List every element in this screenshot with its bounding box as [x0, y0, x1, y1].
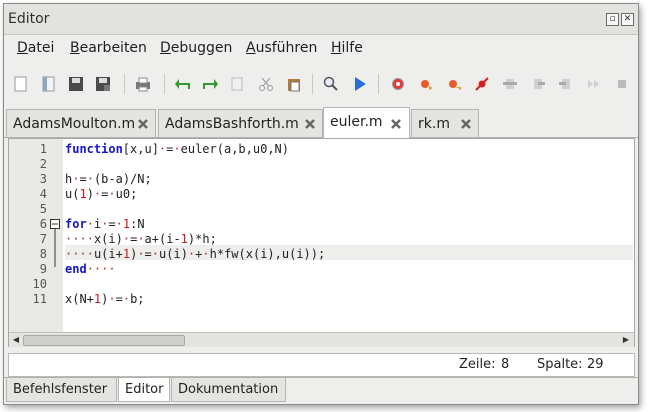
code-line[interactable]: u(1)·=·u0; [65, 187, 137, 202]
menu-datei[interactable]: Datei [17, 40, 54, 56]
file-tab-bar: AdamsMoulton.m AdamsBashforth.m euler.m … [4, 107, 638, 138]
code-line[interactable]: for·i·=·1:N [65, 217, 145, 232]
new-file-icon[interactable] [11, 74, 31, 94]
code-line[interactable]: function[x,u]·=·euler(a,b,u0,N) [65, 142, 289, 157]
dock-tab-bar: Befehlsfenster Editor Dokumentation [4, 377, 638, 405]
line-number-gutter: 1 2 3 4 5 6 7 8 9 10 11 [9, 139, 63, 332]
horizontal-scrollbar[interactable]: ◀ ▶ [9, 332, 634, 347]
remove-breakpoint-icon[interactable] [528, 74, 548, 94]
tab-adamsbashforth[interactable]: AdamsBashforth.m [158, 109, 323, 137]
run-icon[interactable] [350, 74, 370, 94]
menu-debuggen[interactable]: Debuggen [160, 40, 232, 56]
line-number: 4 [39, 187, 47, 201]
step-out-icon[interactable] [472, 74, 492, 94]
cut-icon[interactable] [256, 74, 276, 94]
breakpoint-icon[interactable] [388, 74, 408, 94]
code-line[interactable]: x(N+1)·=·b; [65, 292, 145, 307]
copy-icon[interactable] [228, 74, 248, 94]
tab-editor[interactable]: Editor [118, 378, 170, 402]
continue-icon[interactable] [500, 74, 520, 94]
toolbar [4, 64, 638, 104]
paste-icon[interactable] [284, 74, 304, 94]
tab-befehlsfenster[interactable]: Befehlsfenster [6, 378, 117, 402]
title-bar: Editor ▫ ✕ [4, 4, 638, 35]
code-editor[interactable]: 1 2 3 4 5 6 7 8 9 10 11 function[x,u]·=·… [8, 138, 635, 347]
menu-bearbeiten[interactable]: Bearbeiten [70, 40, 147, 56]
scroll-left-icon[interactable]: ◀ [10, 334, 22, 346]
tab-euler[interactable]: euler.m [323, 107, 410, 138]
close-icon[interactable]: ✕ [621, 13, 634, 26]
code-line[interactable]: ····u(i+1)·=·u(i)·+·h*fw(x(i),u(i)); [65, 247, 325, 262]
save-all-icon[interactable] [93, 74, 113, 94]
line-number: 7 [39, 232, 47, 246]
code-line[interactable]: h·=·(b-a)/N; [65, 172, 152, 187]
undo-icon[interactable] [173, 74, 193, 94]
open-file-icon[interactable] [39, 74, 59, 94]
line-number: 2 [39, 157, 47, 171]
print-icon[interactable] [133, 74, 153, 94]
scroll-right-icon[interactable]: ▶ [620, 334, 632, 346]
fast-forward-icon[interactable] [584, 74, 604, 94]
line-number: 11 [32, 292, 47, 306]
tab-dokumentation[interactable]: Dokumentation [171, 378, 286, 402]
menu-bar: Datei Bearbeiten Debuggen Ausführen Hilf… [4, 35, 638, 61]
code-line[interactable]: ····x(i)·=·a+(i-1)*h; [65, 232, 217, 247]
line-number: 8 [39, 247, 47, 261]
find-icon[interactable] [321, 74, 341, 94]
close-tab-icon[interactable] [304, 118, 316, 130]
tab-rk[interactable]: rk.m [411, 109, 479, 137]
scrollbar-thumb[interactable] [23, 335, 185, 346]
fold-marker-icon[interactable] [50, 219, 62, 269]
line-number: 6 [39, 217, 47, 231]
window-title: Editor [8, 11, 50, 27]
tab-adamsmoulton[interactable]: AdamsMoulton.m [6, 109, 156, 137]
undock-icon[interactable]: ▫ [606, 13, 619, 26]
editor-window: Editor ▫ ✕ Datei Bearbeiten Debuggen Aus… [3, 3, 639, 405]
line-number: 3 [39, 172, 47, 186]
menu-ausfuehren[interactable]: Ausführen [246, 40, 317, 56]
save-icon[interactable] [66, 74, 86, 94]
line-label: Zeile: [459, 357, 496, 372]
close-tab-icon[interactable] [390, 118, 402, 130]
line-number: 10 [32, 277, 47, 291]
status-bar: Zeile: 8 Spalte: 29 [8, 353, 635, 377]
code-area[interactable]: function[x,u]·=·euler(a,b,u0,N) h·=·(b-a… [65, 139, 633, 332]
line-number: 5 [39, 202, 47, 216]
line-number: 9 [39, 262, 47, 276]
stop-icon[interactable] [612, 74, 632, 94]
line-number: 1 [39, 142, 47, 156]
redo-icon[interactable] [200, 74, 220, 94]
next-icon[interactable] [556, 74, 576, 94]
line-value: 8 [501, 357, 510, 372]
column-label: Spalte: [537, 357, 583, 372]
menu-hilfe[interactable]: Hilfe [331, 40, 363, 56]
close-tab-icon[interactable] [460, 118, 472, 130]
column-value: 29 [587, 357, 604, 372]
close-tab-icon[interactable] [137, 118, 149, 130]
code-line[interactable]: end···· [65, 262, 116, 277]
step-in-icon[interactable] [444, 74, 464, 94]
step-icon[interactable] [416, 74, 436, 94]
